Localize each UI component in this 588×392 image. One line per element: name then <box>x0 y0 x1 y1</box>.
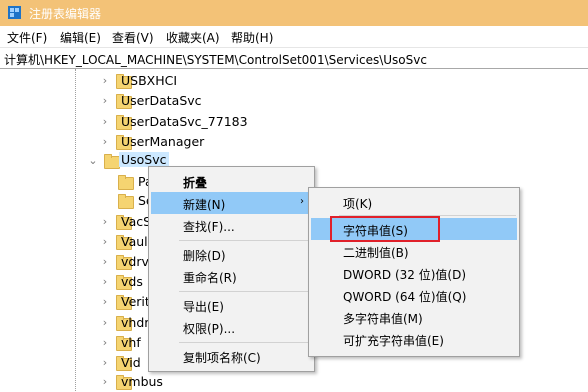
tree-item[interactable]: › UserDataSvc <box>98 91 298 111</box>
context-copy-key-name[interactable]: 复制项名称(C) <box>151 345 312 367</box>
menu-edit[interactable]: 编辑(E) <box>60 29 101 46</box>
folder-open-icon <box>104 154 120 169</box>
chevron-right-icon[interactable]: › <box>98 255 112 269</box>
tree-item-label[interactable]: vds <box>121 274 143 289</box>
submenu-binary-value[interactable]: 二进制值(B) <box>311 240 517 262</box>
new-submenu: 项(K) 字符串值(S) 二进制值(B) DWORD (32 位)值(D) QW… <box>308 187 520 357</box>
context-new[interactable]: 新建(N) › <box>151 192 312 214</box>
chevron-right-icon[interactable]: › <box>98 215 112 229</box>
menu-separator <box>179 342 311 343</box>
menu-help[interactable]: 帮助(H) <box>231 29 273 46</box>
submenu-expandable-string-value[interactable]: 可扩充字符串值(E) <box>311 328 517 350</box>
menu-separator <box>179 240 311 241</box>
menu-file[interactable]: 文件(F) <box>7 29 47 46</box>
menu-separator <box>179 291 311 292</box>
submenu-key[interactable]: 项(K) <box>311 191 517 213</box>
chevron-right-icon[interactable]: › <box>98 356 112 370</box>
menu-bar: 文件(F) 编辑(E) 查看(V) 收藏夹(A) 帮助(H) <box>0 26 588 47</box>
registry-editor-icon <box>8 6 21 19</box>
tree-item[interactable]: › UserManager <box>98 132 298 152</box>
tree-item[interactable]: › UserDataSvc_77183 <box>98 112 298 132</box>
context-rename[interactable]: 重命名(R) <box>151 265 312 287</box>
menu-favorites[interactable]: 收藏夹(A) <box>166 29 220 46</box>
tree-item[interactable]: › vmbus <box>98 372 163 392</box>
highlight-box <box>330 216 440 242</box>
submenu-multi-string-value[interactable]: 多字符串值(M) <box>311 306 517 328</box>
title-bar: 注册表编辑器 <box>0 0 588 26</box>
chevron-right-icon[interactable]: › <box>98 74 112 88</box>
window-title: 注册表编辑器 <box>29 7 102 21</box>
tree-item-label[interactable]: USBXHCI <box>121 73 177 88</box>
submenu-qword-value[interactable]: QWORD (64 位)值(Q) <box>311 284 517 306</box>
chevron-right-icon[interactable]: › <box>98 135 112 149</box>
folder-icon <box>118 194 134 209</box>
chevron-down-icon[interactable]: ⌄ <box>86 154 100 168</box>
chevron-right-icon[interactable]: › <box>98 235 112 249</box>
submenu-dword-value[interactable]: DWORD (32 位)值(D) <box>311 262 517 284</box>
address-bar[interactable]: 计算机\HKEY_LOCAL_MACHINE\SYSTEM\ControlSet… <box>0 47 588 69</box>
tree-item-label[interactable]: vhf <box>121 335 141 350</box>
tree-guide-line <box>75 69 76 391</box>
tree-item-label[interactable]: UserDataSvc <box>121 93 202 108</box>
tree-item-label[interactable]: Verit <box>121 294 150 309</box>
tree-item-label[interactable]: vdrv <box>121 254 149 269</box>
tree-item-label[interactable]: UserManager <box>121 134 204 149</box>
context-delete[interactable]: 删除(D) <box>151 243 312 265</box>
chevron-right-icon[interactable]: › <box>98 375 112 389</box>
tree-item-label[interactable]: vhdr <box>121 315 149 330</box>
tree-item-label[interactable]: vmbus <box>121 374 163 389</box>
address-path[interactable]: 计算机\HKEY_LOCAL_MACHINE\SYSTEM\ControlSet… <box>4 51 427 68</box>
chevron-right-icon[interactable]: › <box>98 336 112 350</box>
tree-item[interactable]: › USBXHCI <box>98 71 298 91</box>
chevron-right-icon[interactable]: › <box>98 295 112 309</box>
context-menu: 折叠 新建(N) › 查找(F)... 删除(D) 重命名(R) 导出(E) 权… <box>148 166 315 372</box>
tree-item-label[interactable]: Vid <box>121 355 141 370</box>
context-export[interactable]: 导出(E) <box>151 294 312 316</box>
menu-view[interactable]: 查看(V) <box>112 29 154 46</box>
chevron-right-icon[interactable]: › <box>98 94 112 108</box>
context-collapse[interactable]: 折叠 <box>151 170 312 192</box>
tree-item-label[interactable]: Vaul <box>121 234 148 249</box>
chevron-right-icon[interactable]: › <box>98 275 112 289</box>
tree-item-label[interactable]: UsoSvc <box>119 152 169 167</box>
tree-item-label[interactable]: UserDataSvc_77183 <box>121 114 248 129</box>
chevron-right-icon[interactable]: › <box>98 316 112 330</box>
submenu-arrow-icon: › <box>300 196 304 207</box>
context-find[interactable]: 查找(F)... <box>151 214 312 236</box>
folder-icon <box>118 175 134 190</box>
chevron-right-icon[interactable]: › <box>98 115 112 129</box>
context-permissions[interactable]: 权限(P)... <box>151 316 312 338</box>
tree-item-label[interactable]: VacS <box>121 214 151 229</box>
